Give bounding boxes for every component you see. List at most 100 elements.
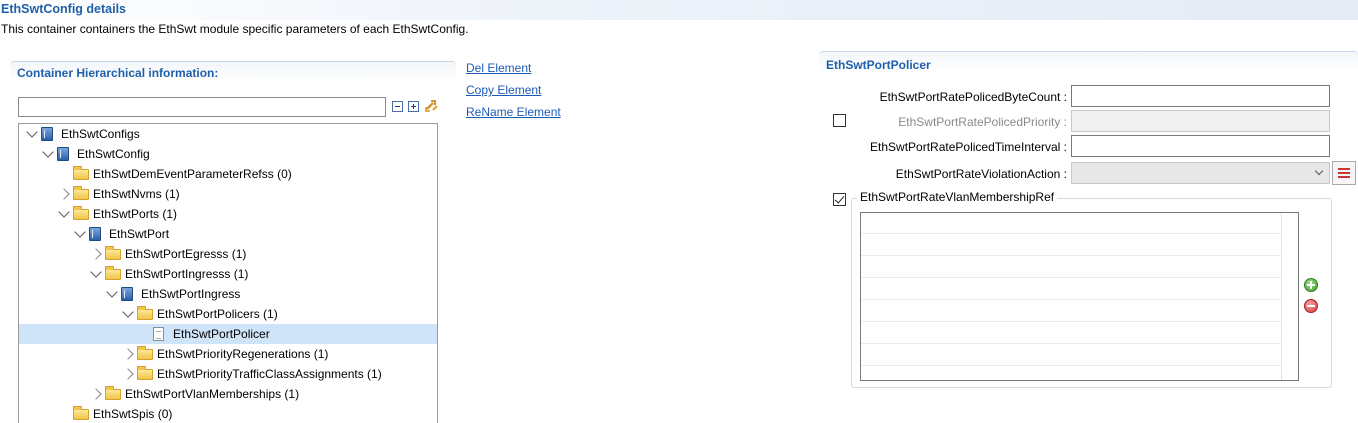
list-row-divider (861, 321, 1281, 322)
folder-icon (73, 406, 89, 420)
chevron-down-icon (1314, 166, 1324, 176)
tree-item-label: EthSwtPortPolicers (1) (157, 307, 278, 321)
tree-item-label: EthSwtConfig (77, 147, 150, 161)
del-element-link[interactable]: Del Element (466, 61, 531, 75)
chevron-down-icon[interactable] (74, 226, 86, 238)
folder-icon (73, 186, 89, 200)
tree-item-label: EthSwtSpis (0) (93, 407, 173, 421)
chevron-down-icon[interactable] (90, 266, 102, 278)
chevron-right-icon[interactable] (90, 248, 102, 260)
tree-item-label: EthSwtPortVlanMemberships (1) (125, 387, 300, 401)
tree-item[interactable]: EthSwtPortPolicer (19, 324, 437, 344)
tree-item[interactable]: EthSwtPriorityRegenerations (1) (19, 344, 437, 364)
expand-all-icon (407, 100, 419, 112)
list-icon-line (1338, 168, 1350, 170)
tree-item[interactable]: EthSwtPortPolicers (1) (19, 304, 437, 324)
tree-item[interactable]: EthSwtNvms (1) (19, 184, 437, 204)
tree-item-label: EthSwtNvms (1) (93, 187, 180, 201)
expand-all-button[interactable] (406, 99, 420, 113)
tree-item[interactable]: EthSwtConfigs (19, 124, 437, 144)
tree-item[interactable]: EthSwtPortEgresss (1) (19, 244, 437, 264)
tree-item-label: EthSwtPort (109, 227, 170, 241)
byte-count-field[interactable] (1071, 85, 1330, 107)
folder-icon (73, 166, 89, 180)
violation-action-select[interactable] (1071, 162, 1330, 184)
folder-icon (105, 246, 121, 260)
collapse-all-icon (391, 100, 403, 112)
tree-item[interactable]: EthSwtPriorityTrafficClassAssignments (1… (19, 364, 437, 384)
vlan-membership-ref-list[interactable] (860, 212, 1299, 381)
module-icon (89, 227, 101, 241)
list-row-divider (861, 365, 1281, 366)
details-header-band (0, 0, 1358, 20)
list-column-divider (1281, 213, 1282, 380)
hierarchy-section-title: Container Hierarchical information: (17, 66, 219, 80)
folder-icon (105, 266, 121, 280)
list-icon-line (1338, 176, 1350, 178)
tree-item-label: EthSwtPriorityTrafficClassAssignments (1… (157, 367, 382, 381)
violation-action-list-button[interactable] (1332, 161, 1356, 185)
policer-section-title: EthSwtPortPolicer (826, 58, 931, 72)
priority-checkbox[interactable] (833, 114, 846, 127)
checkmark-icon (834, 193, 845, 204)
copy-element-link[interactable]: Copy Element (466, 83, 541, 97)
module-icon (41, 127, 53, 141)
time-interval-field[interactable] (1071, 135, 1330, 157)
chevron-down-icon[interactable] (42, 146, 54, 158)
document-icon (153, 327, 164, 341)
tree-item[interactable]: EthSwtPortIngress (19, 284, 437, 304)
list-row-divider (861, 233, 1281, 234)
tree-item[interactable]: EthSwtDemEventParameterRefss (0) (19, 164, 437, 184)
link-with-editor-icon[interactable] (424, 97, 440, 115)
minus-icon (1307, 305, 1315, 307)
tree-item-label: EthSwtPortPolicer (173, 327, 270, 341)
vlan-membership-group-title: EthSwtPortRateVlanMembershipRef (857, 190, 1058, 204)
add-reference-button[interactable] (1304, 278, 1318, 292)
chevron-down-icon[interactable] (58, 206, 70, 218)
chevron-right-icon[interactable] (122, 368, 134, 380)
tree-item[interactable]: EthSwtSpis (0) (19, 404, 437, 423)
tree-item[interactable]: EthSwtPorts (1) (19, 204, 437, 224)
priority-field[interactable] (1071, 110, 1330, 132)
rename-element-link[interactable]: ReName Element (466, 105, 561, 119)
module-icon (57, 147, 69, 161)
folder-icon (137, 346, 153, 360)
page-title: EthSwtConfig details (1, 2, 126, 16)
module-icon (121, 287, 133, 301)
tree-filter-input[interactable] (18, 97, 386, 117)
list-row-divider (861, 255, 1281, 256)
byte-count-label: EthSwtPortRatePolicedByteCount : (879, 90, 1067, 104)
tree-item[interactable]: EthSwtPortIngresss (1) (19, 264, 437, 284)
list-icon-line (1338, 172, 1350, 174)
tree-item-label: EthSwtPriorityRegenerations (1) (157, 347, 329, 361)
tree-item[interactable]: EthSwtPort (19, 224, 437, 244)
tree-item[interactable]: EthSwtPortVlanMemberships (1) (19, 384, 437, 404)
chevron-right-icon[interactable] (90, 388, 102, 400)
list-row-divider (861, 277, 1281, 278)
violation-action-label: EthSwtPortRateViolationAction : (895, 167, 1067, 181)
chevron-right-icon[interactable] (122, 348, 134, 360)
remove-reference-button[interactable] (1304, 299, 1318, 313)
page-description: This container containers the EthSwt mod… (1, 22, 469, 36)
tree-item-label: EthSwtConfigs (61, 127, 140, 141)
folder-icon (105, 386, 121, 400)
list-row-divider (861, 343, 1281, 344)
collapse-all-button[interactable] (390, 99, 404, 113)
tree-item-label: EthSwtPortEgresss (1) (125, 247, 247, 261)
vlan-membership-checkbox[interactable] (833, 193, 846, 206)
container-tree: EthSwtConfigs EthSwtConfig EthSwtDemEventP… (18, 123, 438, 423)
time-interval-label: EthSwtPortRatePolicedTimeInterval : (870, 140, 1067, 154)
priority-label: EthSwtPortRatePolicedPriority : (898, 115, 1067, 129)
chevron-right-icon[interactable] (58, 188, 70, 200)
chevron-down-icon[interactable] (106, 286, 118, 298)
folder-icon (137, 306, 153, 320)
chevron-down-icon[interactable] (122, 306, 134, 318)
tree-item-label: EthSwtPortIngress (141, 287, 241, 301)
list-row-divider (861, 299, 1281, 300)
chevron-down-icon[interactable] (26, 126, 38, 138)
tree-item-label: EthSwtPorts (1) (93, 207, 178, 221)
tree-item[interactable]: EthSwtConfig (19, 144, 437, 164)
plus-icon-stroke (1310, 281, 1312, 289)
folder-icon (73, 206, 89, 220)
tree-item-label: EthSwtPortIngresss (1) (125, 267, 249, 281)
